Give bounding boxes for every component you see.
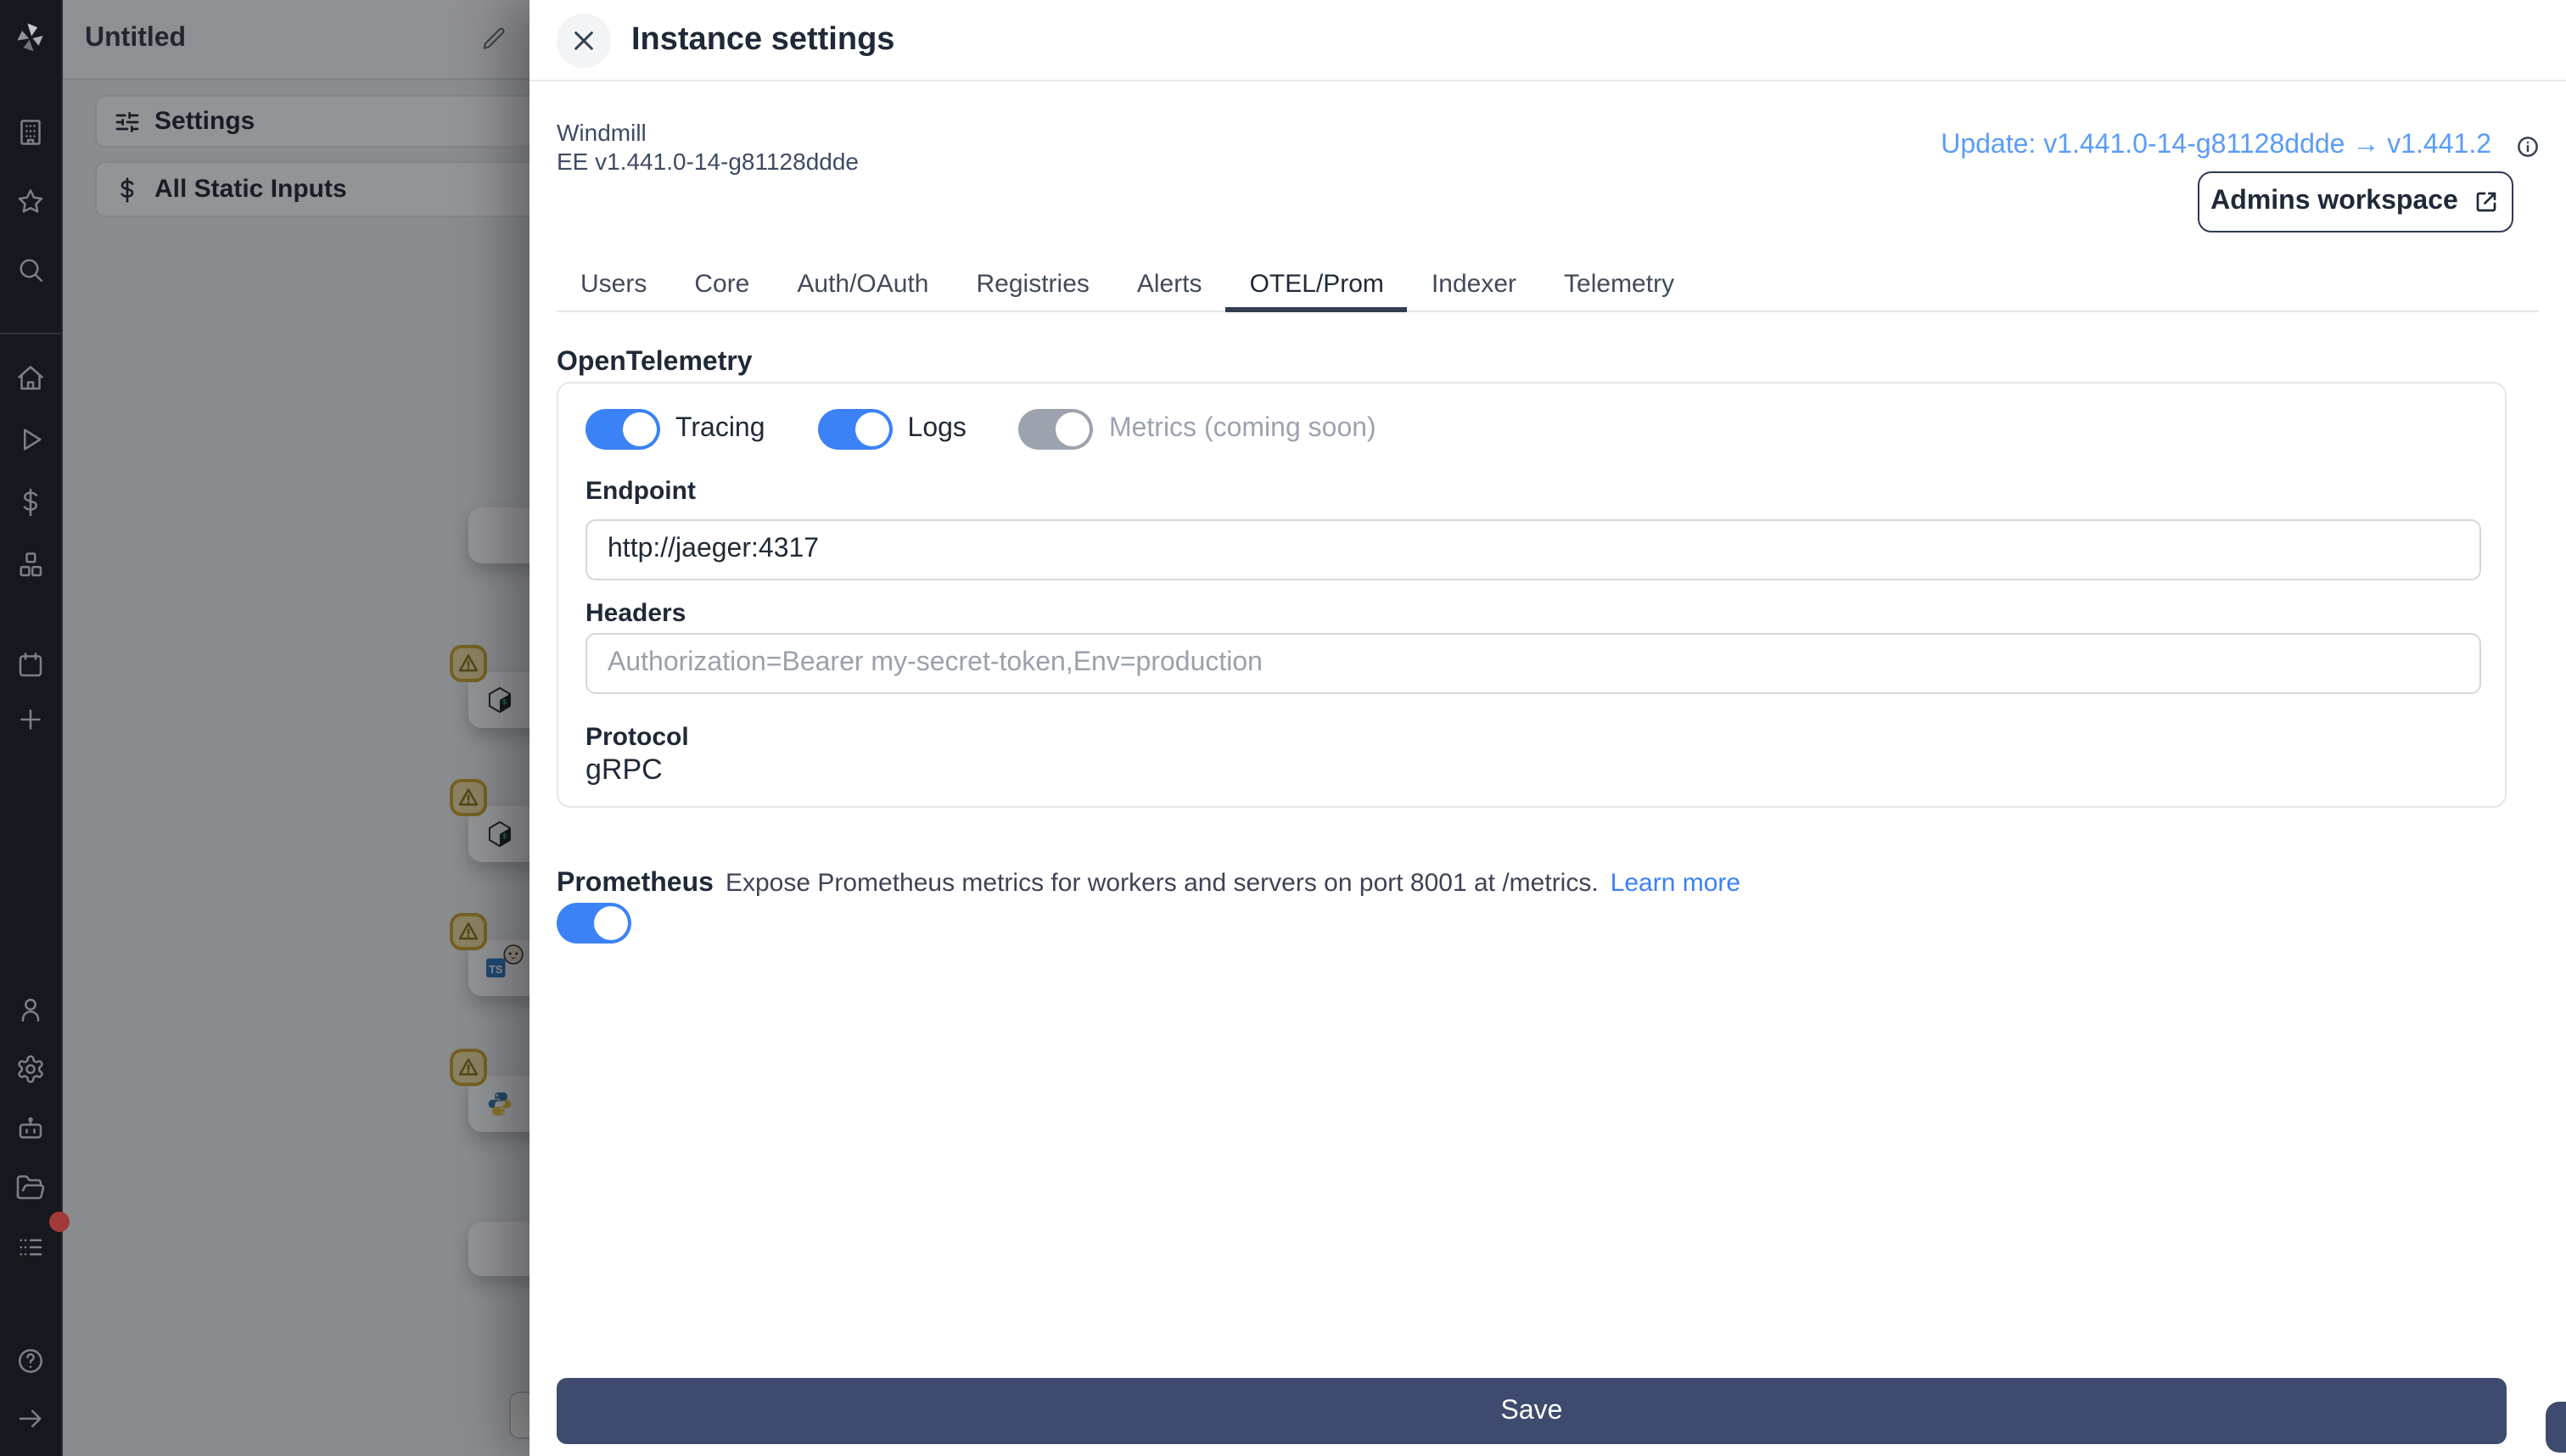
logs-toggle[interactable] — [817, 409, 893, 450]
windmill-logo-icon — [17, 23, 43, 52]
external-link-icon — [2477, 192, 2497, 212]
prometheus-title: Prometheus — [557, 869, 714, 898]
tab-core[interactable]: Core — [670, 258, 773, 311]
sidebar-item-workers[interactable] — [0, 1105, 61, 1152]
notification-dot — [49, 1212, 70, 1232]
endpoint-input[interactable] — [585, 519, 2481, 580]
tracing-label: Tracing — [675, 414, 765, 443]
opentelemetry-card: Tracing Logs Metrics (coming soon) Endpo… — [557, 382, 2507, 808]
metrics-label: Metrics (coming soon) — [1108, 414, 1376, 443]
tab-auth-oauth[interactable]: Auth/OAuth — [773, 258, 952, 311]
tab-indexer[interactable]: Indexer — [1408, 258, 1540, 311]
star-icon — [18, 189, 43, 213]
folder-open-icon — [16, 1175, 45, 1200]
tracing-toggle-group: Tracing — [585, 409, 765, 450]
sidebar-item-add[interactable] — [0, 696, 61, 743]
arrow-right-icon — [19, 1409, 42, 1428]
sidebar-divider — [0, 333, 61, 334]
prometheus-description: Expose Prometheus metrics for workers an… — [725, 869, 1599, 898]
toggle-knob — [594, 906, 628, 940]
help-icon — [18, 1348, 43, 1374]
info-icon — [2518, 137, 2538, 157]
tab-users[interactable]: Users — [557, 258, 670, 311]
play-icon — [23, 428, 42, 451]
toggle-knob — [623, 412, 657, 446]
sidebar-item-workspace[interactable] — [0, 109, 61, 156]
headers-label: Headers — [585, 599, 686, 628]
toggle-knob — [1056, 412, 1090, 446]
search-icon — [20, 259, 43, 283]
endpoint-label: Endpoint — [585, 477, 696, 506]
sidebar-item-resources[interactable] — [0, 541, 61, 589]
sidebar-item-folders[interactable] — [0, 1164, 61, 1212]
logs-label: Logs — [907, 414, 966, 443]
prometheus-header-row: Prometheus Expose Prometheus metrics for… — [557, 869, 1740, 899]
app-name: Windmill — [557, 119, 647, 146]
metrics-toggle-group: Metrics (coming soon) — [1018, 409, 1376, 450]
sidebar-item-variables[interactable] — [0, 479, 61, 526]
instance-settings-drawer: Instance settings Windmill EE v1.441.0-1… — [529, 0, 2566, 1456]
close-button[interactable] — [557, 13, 611, 67]
plus-icon — [20, 709, 41, 730]
sidebar-item-search[interactable] — [0, 246, 61, 294]
runs-list-icon — [20, 1239, 42, 1256]
tracing-toggle[interactable] — [585, 409, 660, 450]
sidebar-item-schedules[interactable] — [0, 641, 61, 689]
protocol-label: Protocol — [585, 723, 689, 752]
settings-tabs: Users Core Auth/OAuth Registries Alerts … — [557, 258, 2539, 312]
calendar-icon — [19, 652, 42, 677]
sidebar-item-runs[interactable] — [0, 416, 61, 463]
sidebar-item-help[interactable] — [0, 1337, 61, 1385]
modal-backdrop[interactable] — [61, 0, 529, 1456]
opentelemetry-heading: OpenTelemetry — [557, 348, 753, 377]
sidebar-item-audit-logs[interactable] — [0, 1224, 61, 1271]
tab-alerts[interactable]: Alerts — [1113, 258, 1226, 311]
drawer-title: Instance settings — [631, 21, 895, 57]
info-button[interactable] — [2515, 134, 2541, 168]
admins-workspace-button[interactable]: Admins workspace — [2198, 171, 2513, 232]
tab-registries[interactable]: Registries — [953, 258, 1113, 311]
tab-telemetry[interactable]: Telemetry — [1540, 258, 1698, 311]
windmill-logo[interactable] — [0, 14, 61, 61]
sidebar-item-expand[interactable] — [0, 1395, 61, 1442]
toggle-knob — [854, 412, 889, 446]
gear-icon — [18, 1055, 43, 1084]
protocol-value: gRPC — [585, 753, 663, 786]
clipped-button-fragment — [2546, 1402, 2566, 1453]
sidebar-item-favorites[interactable] — [0, 178, 61, 226]
admins-workspace-label: Admins workspace — [2210, 187, 2458, 216]
sidebar — [0, 0, 70, 1456]
prometheus-toggle[interactable] — [557, 903, 631, 944]
boxes-icon — [20, 552, 42, 577]
sidebar-item-account[interactable] — [0, 986, 61, 1033]
version-block: Windmill EE v1.441.0-14-g81128ddde — [557, 119, 859, 176]
headers-input[interactable] — [585, 633, 2481, 694]
home-icon — [18, 366, 43, 390]
building-icon — [20, 120, 41, 145]
dollar-icon — [23, 488, 38, 517]
sidebar-item-home[interactable] — [0, 355, 61, 402]
app-root: Untitled Settings All Static Inputs Trig… — [0, 0, 2566, 1456]
user-icon — [21, 999, 40, 1022]
learn-more-link[interactable]: Learn more — [1611, 869, 1740, 898]
logs-toggle-group: Logs — [817, 409, 966, 450]
otel-toggles-row: Tracing Logs Metrics (coming soon) — [585, 409, 1376, 450]
sidebar-item-settings[interactable] — [0, 1045, 61, 1093]
drawer-header: Instance settings — [529, 0, 2566, 81]
robot-icon — [19, 1117, 42, 1139]
close-icon — [574, 31, 593, 49]
version-text: EE v1.441.0-14-g81128ddde — [557, 148, 859, 175]
update-link[interactable]: Update: v1.441.0-14-g81128ddde → v1.441.… — [1941, 131, 2491, 161]
metrics-toggle[interactable] — [1018, 409, 1094, 450]
save-button[interactable]: Save — [557, 1378, 2507, 1444]
tab-otel-prom[interactable]: OTEL/Prom — [1225, 258, 1408, 312]
